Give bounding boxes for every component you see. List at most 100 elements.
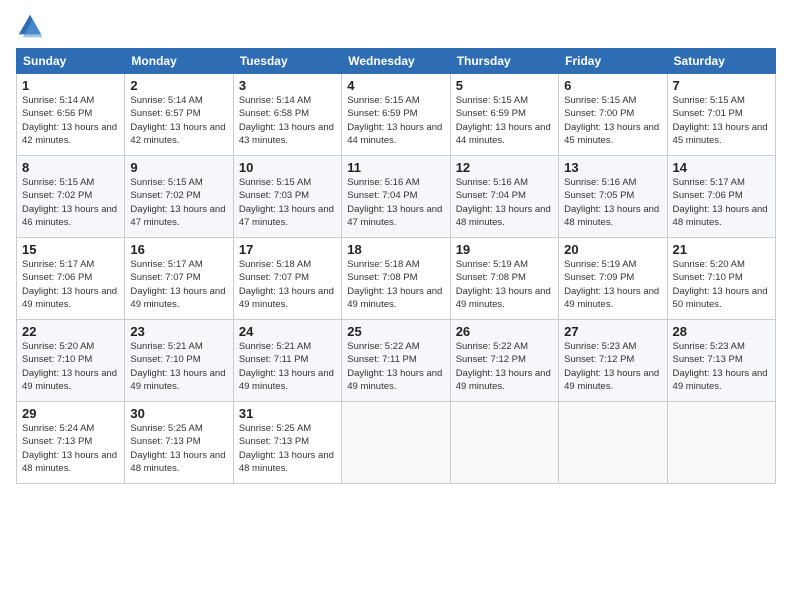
day-number: 17	[239, 242, 336, 257]
day-info: Sunrise: 5:15 AMSunset: 6:59 PMDaylight:…	[347, 95, 442, 146]
calendar-cell: 1 Sunrise: 5:14 AMSunset: 6:56 PMDayligh…	[17, 74, 125, 156]
day-info: Sunrise: 5:15 AMSunset: 7:02 PMDaylight:…	[22, 177, 117, 228]
calendar-cell	[559, 402, 667, 484]
weekday-header: Friday	[559, 49, 667, 74]
day-info: Sunrise: 5:16 AMSunset: 7:04 PMDaylight:…	[456, 177, 551, 228]
day-info: Sunrise: 5:15 AMSunset: 7:01 PMDaylight:…	[673, 95, 768, 146]
day-number: 15	[22, 242, 119, 257]
day-info: Sunrise: 5:25 AMSunset: 7:13 PMDaylight:…	[239, 423, 334, 474]
day-info: Sunrise: 5:17 AMSunset: 7:07 PMDaylight:…	[130, 259, 225, 310]
calendar-cell: 23 Sunrise: 5:21 AMSunset: 7:10 PMDaylig…	[125, 320, 233, 402]
header	[16, 12, 776, 40]
weekday-header: Thursday	[450, 49, 558, 74]
calendar-cell: 26 Sunrise: 5:22 AMSunset: 7:12 PMDaylig…	[450, 320, 558, 402]
calendar-cell: 10 Sunrise: 5:15 AMSunset: 7:03 PMDaylig…	[233, 156, 341, 238]
day-number: 28	[673, 324, 770, 339]
day-info: Sunrise: 5:23 AMSunset: 7:13 PMDaylight:…	[673, 341, 768, 392]
calendar-week-row: 22 Sunrise: 5:20 AMSunset: 7:10 PMDaylig…	[17, 320, 776, 402]
calendar-week-row: 8 Sunrise: 5:15 AMSunset: 7:02 PMDayligh…	[17, 156, 776, 238]
day-info: Sunrise: 5:16 AMSunset: 7:05 PMDaylight:…	[564, 177, 659, 228]
day-info: Sunrise: 5:19 AMSunset: 7:08 PMDaylight:…	[456, 259, 551, 310]
day-info: Sunrise: 5:14 AMSunset: 6:56 PMDaylight:…	[22, 95, 117, 146]
calendar-cell: 20 Sunrise: 5:19 AMSunset: 7:09 PMDaylig…	[559, 238, 667, 320]
day-number: 20	[564, 242, 661, 257]
calendar-cell: 19 Sunrise: 5:19 AMSunset: 7:08 PMDaylig…	[450, 238, 558, 320]
weekday-header: Wednesday	[342, 49, 450, 74]
calendar-cell: 30 Sunrise: 5:25 AMSunset: 7:13 PMDaylig…	[125, 402, 233, 484]
day-number: 24	[239, 324, 336, 339]
day-info: Sunrise: 5:15 AMSunset: 7:00 PMDaylight:…	[564, 95, 659, 146]
weekday-header: Sunday	[17, 49, 125, 74]
day-number: 27	[564, 324, 661, 339]
calendar-cell: 14 Sunrise: 5:17 AMSunset: 7:06 PMDaylig…	[667, 156, 775, 238]
calendar-cell: 3 Sunrise: 5:14 AMSunset: 6:58 PMDayligh…	[233, 74, 341, 156]
day-number: 10	[239, 160, 336, 175]
day-number: 4	[347, 78, 444, 93]
calendar-cell: 8 Sunrise: 5:15 AMSunset: 7:02 PMDayligh…	[17, 156, 125, 238]
day-info: Sunrise: 5:25 AMSunset: 7:13 PMDaylight:…	[130, 423, 225, 474]
day-number: 9	[130, 160, 227, 175]
calendar-week-row: 1 Sunrise: 5:14 AMSunset: 6:56 PMDayligh…	[17, 74, 776, 156]
day-number: 12	[456, 160, 553, 175]
day-info: Sunrise: 5:14 AMSunset: 6:57 PMDaylight:…	[130, 95, 225, 146]
weekday-header: Tuesday	[233, 49, 341, 74]
day-number: 25	[347, 324, 444, 339]
calendar-cell	[342, 402, 450, 484]
calendar-cell: 4 Sunrise: 5:15 AMSunset: 6:59 PMDayligh…	[342, 74, 450, 156]
day-number: 23	[130, 324, 227, 339]
day-info: Sunrise: 5:23 AMSunset: 7:12 PMDaylight:…	[564, 341, 659, 392]
calendar-cell: 25 Sunrise: 5:22 AMSunset: 7:11 PMDaylig…	[342, 320, 450, 402]
day-info: Sunrise: 5:18 AMSunset: 7:08 PMDaylight:…	[347, 259, 442, 310]
calendar-cell: 24 Sunrise: 5:21 AMSunset: 7:11 PMDaylig…	[233, 320, 341, 402]
day-info: Sunrise: 5:16 AMSunset: 7:04 PMDaylight:…	[347, 177, 442, 228]
calendar-cell: 15 Sunrise: 5:17 AMSunset: 7:06 PMDaylig…	[17, 238, 125, 320]
day-number: 6	[564, 78, 661, 93]
day-number: 21	[673, 242, 770, 257]
day-number: 18	[347, 242, 444, 257]
day-number: 30	[130, 406, 227, 421]
day-number: 31	[239, 406, 336, 421]
day-number: 13	[564, 160, 661, 175]
calendar-cell: 2 Sunrise: 5:14 AMSunset: 6:57 PMDayligh…	[125, 74, 233, 156]
day-info: Sunrise: 5:19 AMSunset: 7:09 PMDaylight:…	[564, 259, 659, 310]
day-number: 1	[22, 78, 119, 93]
calendar-table: SundayMondayTuesdayWednesdayThursdayFrid…	[16, 48, 776, 484]
day-info: Sunrise: 5:20 AMSunset: 7:10 PMDaylight:…	[22, 341, 117, 392]
calendar-week-row: 29 Sunrise: 5:24 AMSunset: 7:13 PMDaylig…	[17, 402, 776, 484]
day-number: 29	[22, 406, 119, 421]
calendar-cell	[450, 402, 558, 484]
day-number: 11	[347, 160, 444, 175]
calendar-cell: 7 Sunrise: 5:15 AMSunset: 7:01 PMDayligh…	[667, 74, 775, 156]
day-number: 19	[456, 242, 553, 257]
calendar-cell	[667, 402, 775, 484]
calendar-cell: 16 Sunrise: 5:17 AMSunset: 7:07 PMDaylig…	[125, 238, 233, 320]
calendar-cell: 31 Sunrise: 5:25 AMSunset: 7:13 PMDaylig…	[233, 402, 341, 484]
calendar-week-row: 15 Sunrise: 5:17 AMSunset: 7:06 PMDaylig…	[17, 238, 776, 320]
calendar-cell: 21 Sunrise: 5:20 AMSunset: 7:10 PMDaylig…	[667, 238, 775, 320]
day-number: 22	[22, 324, 119, 339]
day-info: Sunrise: 5:18 AMSunset: 7:07 PMDaylight:…	[239, 259, 334, 310]
calendar-cell: 27 Sunrise: 5:23 AMSunset: 7:12 PMDaylig…	[559, 320, 667, 402]
day-info: Sunrise: 5:15 AMSunset: 7:03 PMDaylight:…	[239, 177, 334, 228]
day-info: Sunrise: 5:24 AMSunset: 7:13 PMDaylight:…	[22, 423, 117, 474]
day-info: Sunrise: 5:21 AMSunset: 7:10 PMDaylight:…	[130, 341, 225, 392]
day-info: Sunrise: 5:22 AMSunset: 7:11 PMDaylight:…	[347, 341, 442, 392]
day-info: Sunrise: 5:17 AMSunset: 7:06 PMDaylight:…	[673, 177, 768, 228]
day-info: Sunrise: 5:17 AMSunset: 7:06 PMDaylight:…	[22, 259, 117, 310]
calendar-cell: 13 Sunrise: 5:16 AMSunset: 7:05 PMDaylig…	[559, 156, 667, 238]
calendar-cell: 17 Sunrise: 5:18 AMSunset: 7:07 PMDaylig…	[233, 238, 341, 320]
calendar-cell: 6 Sunrise: 5:15 AMSunset: 7:00 PMDayligh…	[559, 74, 667, 156]
page: SundayMondayTuesdayWednesdayThursdayFrid…	[0, 0, 792, 612]
day-info: Sunrise: 5:15 AMSunset: 6:59 PMDaylight:…	[456, 95, 551, 146]
logo	[16, 12, 48, 40]
day-number: 7	[673, 78, 770, 93]
calendar-cell: 29 Sunrise: 5:24 AMSunset: 7:13 PMDaylig…	[17, 402, 125, 484]
weekday-header: Saturday	[667, 49, 775, 74]
day-info: Sunrise: 5:20 AMSunset: 7:10 PMDaylight:…	[673, 259, 768, 310]
calendar-cell: 18 Sunrise: 5:18 AMSunset: 7:08 PMDaylig…	[342, 238, 450, 320]
day-number: 5	[456, 78, 553, 93]
day-number: 14	[673, 160, 770, 175]
calendar-cell: 12 Sunrise: 5:16 AMSunset: 7:04 PMDaylig…	[450, 156, 558, 238]
day-info: Sunrise: 5:14 AMSunset: 6:58 PMDaylight:…	[239, 95, 334, 146]
calendar-cell: 5 Sunrise: 5:15 AMSunset: 6:59 PMDayligh…	[450, 74, 558, 156]
